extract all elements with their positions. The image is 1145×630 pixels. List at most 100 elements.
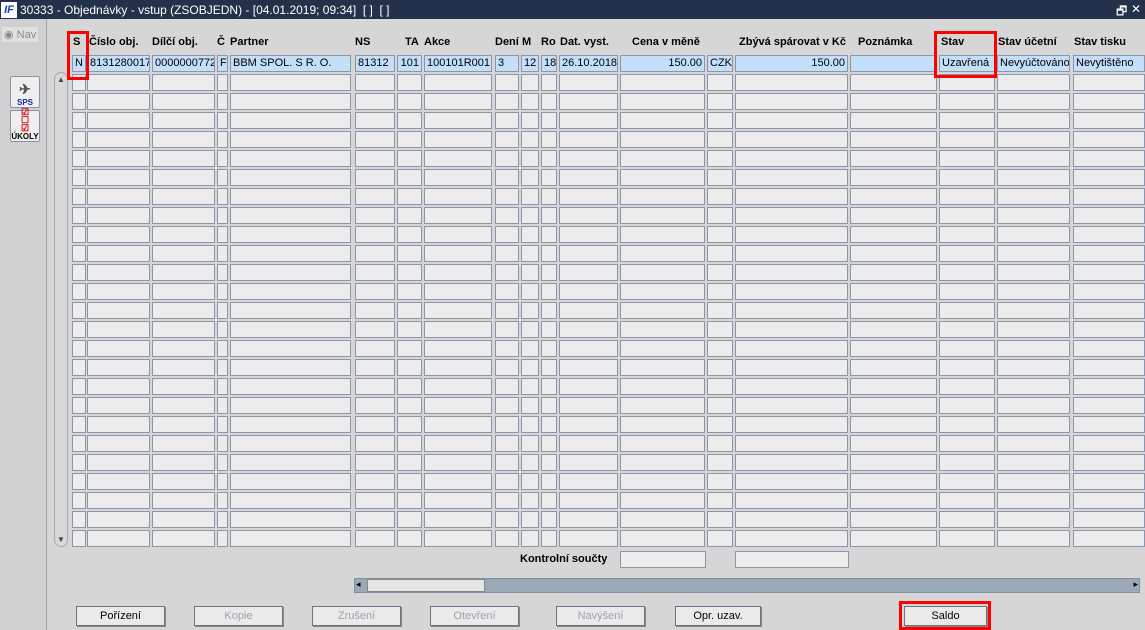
cell-stav-ucetni[interactable] <box>997 112 1070 129</box>
cell-s[interactable] <box>72 245 86 262</box>
cell-stav-tisku[interactable] <box>1073 378 1145 395</box>
cell-dat-vyst[interactable] <box>559 416 618 433</box>
cell-poznamka[interactable] <box>850 245 937 262</box>
cell-poznamka[interactable] <box>850 416 937 433</box>
cell-dat-vyst[interactable] <box>559 454 618 471</box>
cell-c[interactable] <box>217 302 228 319</box>
cell-stav-tisku[interactable] <box>1073 93 1145 110</box>
cell-c[interactable]: F <box>217 55 228 72</box>
cell-stav-tisku[interactable] <box>1073 245 1145 262</box>
cell-deni[interactable] <box>495 397 519 414</box>
cell-stav-tisku[interactable] <box>1073 169 1145 186</box>
cell-zbyva[interactable]: 150.00 <box>735 55 848 72</box>
button-kopie[interactable]: Kopie <box>194 606 283 626</box>
cell-stav-ucetni[interactable] <box>997 283 1070 300</box>
cell-stav-tisku[interactable] <box>1073 473 1145 490</box>
cell-s[interactable] <box>72 93 86 110</box>
cell-dilci-obj[interactable] <box>152 207 215 224</box>
cell-m[interactable] <box>521 207 539 224</box>
cell-cena[interactable] <box>620 188 705 205</box>
cell-m[interactable] <box>521 492 539 509</box>
cell-akce[interactable] <box>424 340 492 357</box>
cell-deni[interactable] <box>495 150 519 167</box>
cell-dilci-obj[interactable] <box>152 416 215 433</box>
cell-poznamka[interactable] <box>850 530 937 547</box>
cell-mena[interactable] <box>707 112 733 129</box>
cell-stav[interactable] <box>939 454 995 471</box>
cell-cena[interactable] <box>620 416 705 433</box>
cell-partner[interactable] <box>230 435 351 452</box>
cell-s[interactable] <box>72 131 86 148</box>
cell-stav-ucetni[interactable] <box>997 74 1070 91</box>
cell-c[interactable] <box>217 416 228 433</box>
cell-cena[interactable] <box>620 473 705 490</box>
cell-zbyva[interactable] <box>735 416 848 433</box>
cell-akce[interactable] <box>424 416 492 433</box>
cell-stav-tisku[interactable] <box>1073 302 1145 319</box>
nav-radio[interactable]: ◉ Nav <box>2 27 39 42</box>
cell-ta[interactable] <box>397 359 422 376</box>
cell-mena[interactable] <box>707 74 733 91</box>
cell-dilci-obj[interactable] <box>152 340 215 357</box>
cell-deni[interactable] <box>495 245 519 262</box>
cell-m[interactable] <box>521 188 539 205</box>
cell-ta[interactable] <box>397 340 422 357</box>
cell-dat-vyst[interactable] <box>559 397 618 414</box>
cell-s[interactable] <box>72 378 86 395</box>
cell-akce[interactable] <box>424 150 492 167</box>
cell-dat-vyst[interactable] <box>559 188 618 205</box>
cell-cena[interactable] <box>620 435 705 452</box>
cell-c[interactable] <box>217 435 228 452</box>
cell-mena[interactable] <box>707 245 733 262</box>
cell-stav-ucetni[interactable] <box>997 131 1070 148</box>
cell-stav-ucetni[interactable] <box>997 435 1070 452</box>
cell-cena[interactable] <box>620 302 705 319</box>
cell-c[interactable] <box>217 397 228 414</box>
cell-s[interactable] <box>72 511 86 528</box>
cell-partner[interactable] <box>230 416 351 433</box>
cell-cena[interactable] <box>620 150 705 167</box>
cell-s[interactable] <box>72 188 86 205</box>
cell-akce[interactable] <box>424 226 492 243</box>
cell-mena[interactable] <box>707 378 733 395</box>
cell-ta[interactable] <box>397 511 422 528</box>
cell-deni[interactable] <box>495 207 519 224</box>
cell-dat-vyst[interactable] <box>559 226 618 243</box>
scroll-right-icon[interactable]: ▸ <box>1133 579 1138 590</box>
cell-cena[interactable] <box>620 454 705 471</box>
cell-zbyva[interactable] <box>735 245 848 262</box>
cell-dat-vyst[interactable] <box>559 435 618 452</box>
cell-akce[interactable] <box>424 321 492 338</box>
cell-stav-tisku[interactable] <box>1073 511 1145 528</box>
cell-m[interactable] <box>521 321 539 338</box>
cell-stav[interactable] <box>939 93 995 110</box>
cell-ns[interactable] <box>355 93 395 110</box>
cell-m[interactable] <box>521 359 539 376</box>
cell-ro[interactable] <box>541 321 557 338</box>
cell-partner[interactable] <box>230 511 351 528</box>
cell-m[interactable] <box>521 340 539 357</box>
cell-zbyva[interactable] <box>735 169 848 186</box>
cell-stav[interactable] <box>939 359 995 376</box>
cell-c[interactable] <box>217 492 228 509</box>
cell-ro[interactable] <box>541 207 557 224</box>
cell-dilci-obj[interactable] <box>152 169 215 186</box>
cell-ns[interactable] <box>355 226 395 243</box>
cell-stav[interactable] <box>939 150 995 167</box>
cell-m[interactable] <box>521 74 539 91</box>
cell-c[interactable] <box>217 454 228 471</box>
cell-stav-ucetni[interactable] <box>997 169 1070 186</box>
cell-ns[interactable] <box>355 207 395 224</box>
cell-stav-ucetni[interactable] <box>997 530 1070 547</box>
cell-ns[interactable] <box>355 283 395 300</box>
cell-ns[interactable] <box>355 492 395 509</box>
cell-stav[interactable] <box>939 435 995 452</box>
cell-ro[interactable] <box>541 169 557 186</box>
cell-partner[interactable] <box>230 150 351 167</box>
cell-c[interactable] <box>217 207 228 224</box>
cell-cislo-obj[interactable] <box>87 397 150 414</box>
cell-dat-vyst[interactable] <box>559 378 618 395</box>
cell-ta[interactable] <box>397 473 422 490</box>
cell-cena[interactable] <box>620 207 705 224</box>
cell-ta[interactable] <box>397 378 422 395</box>
